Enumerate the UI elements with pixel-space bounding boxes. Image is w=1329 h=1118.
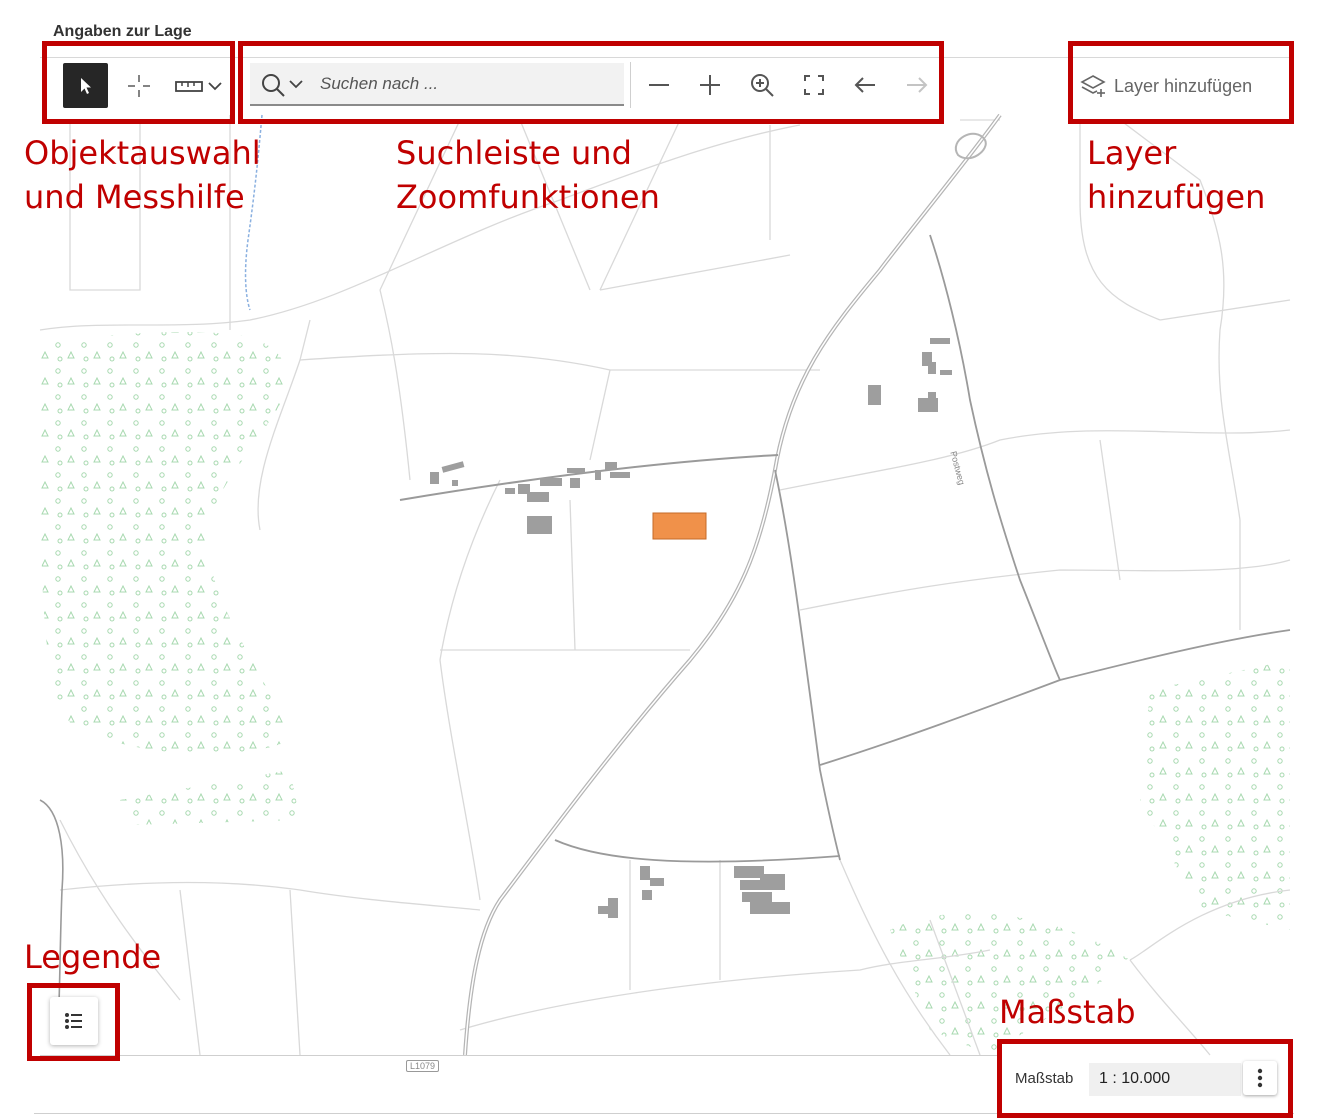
map-bottom-divider: [40, 1055, 1000, 1056]
highlight-layer: [1068, 41, 1294, 124]
highlighted-parcel[interactable]: [652, 512, 707, 540]
roads: [39, 113, 1291, 1056]
annotation-layer: Layer hinzufügen: [1087, 134, 1266, 216]
highlight-massstab: [997, 1039, 1293, 1118]
field-boundaries: [39, 115, 1291, 1056]
annotation-legende: Legende: [24, 938, 162, 976]
highlight-legende: [27, 983, 120, 1061]
highlight-suchleiste: [238, 41, 944, 124]
highlight-objektauswahl: [42, 41, 235, 124]
annotation-objektauswahl: Objektauswahl und Messhilfe: [24, 134, 261, 216]
forest-areas: [40, 332, 1290, 1055]
road-shield: L1079: [406, 1060, 440, 1072]
annotation-massstab: Maßstab: [999, 993, 1136, 1031]
buildings: [430, 338, 952, 918]
annotation-suchleiste: Suchleiste und Zoomfunktionen: [396, 134, 660, 216]
page-title: Angaben zur Lage: [53, 23, 192, 40]
